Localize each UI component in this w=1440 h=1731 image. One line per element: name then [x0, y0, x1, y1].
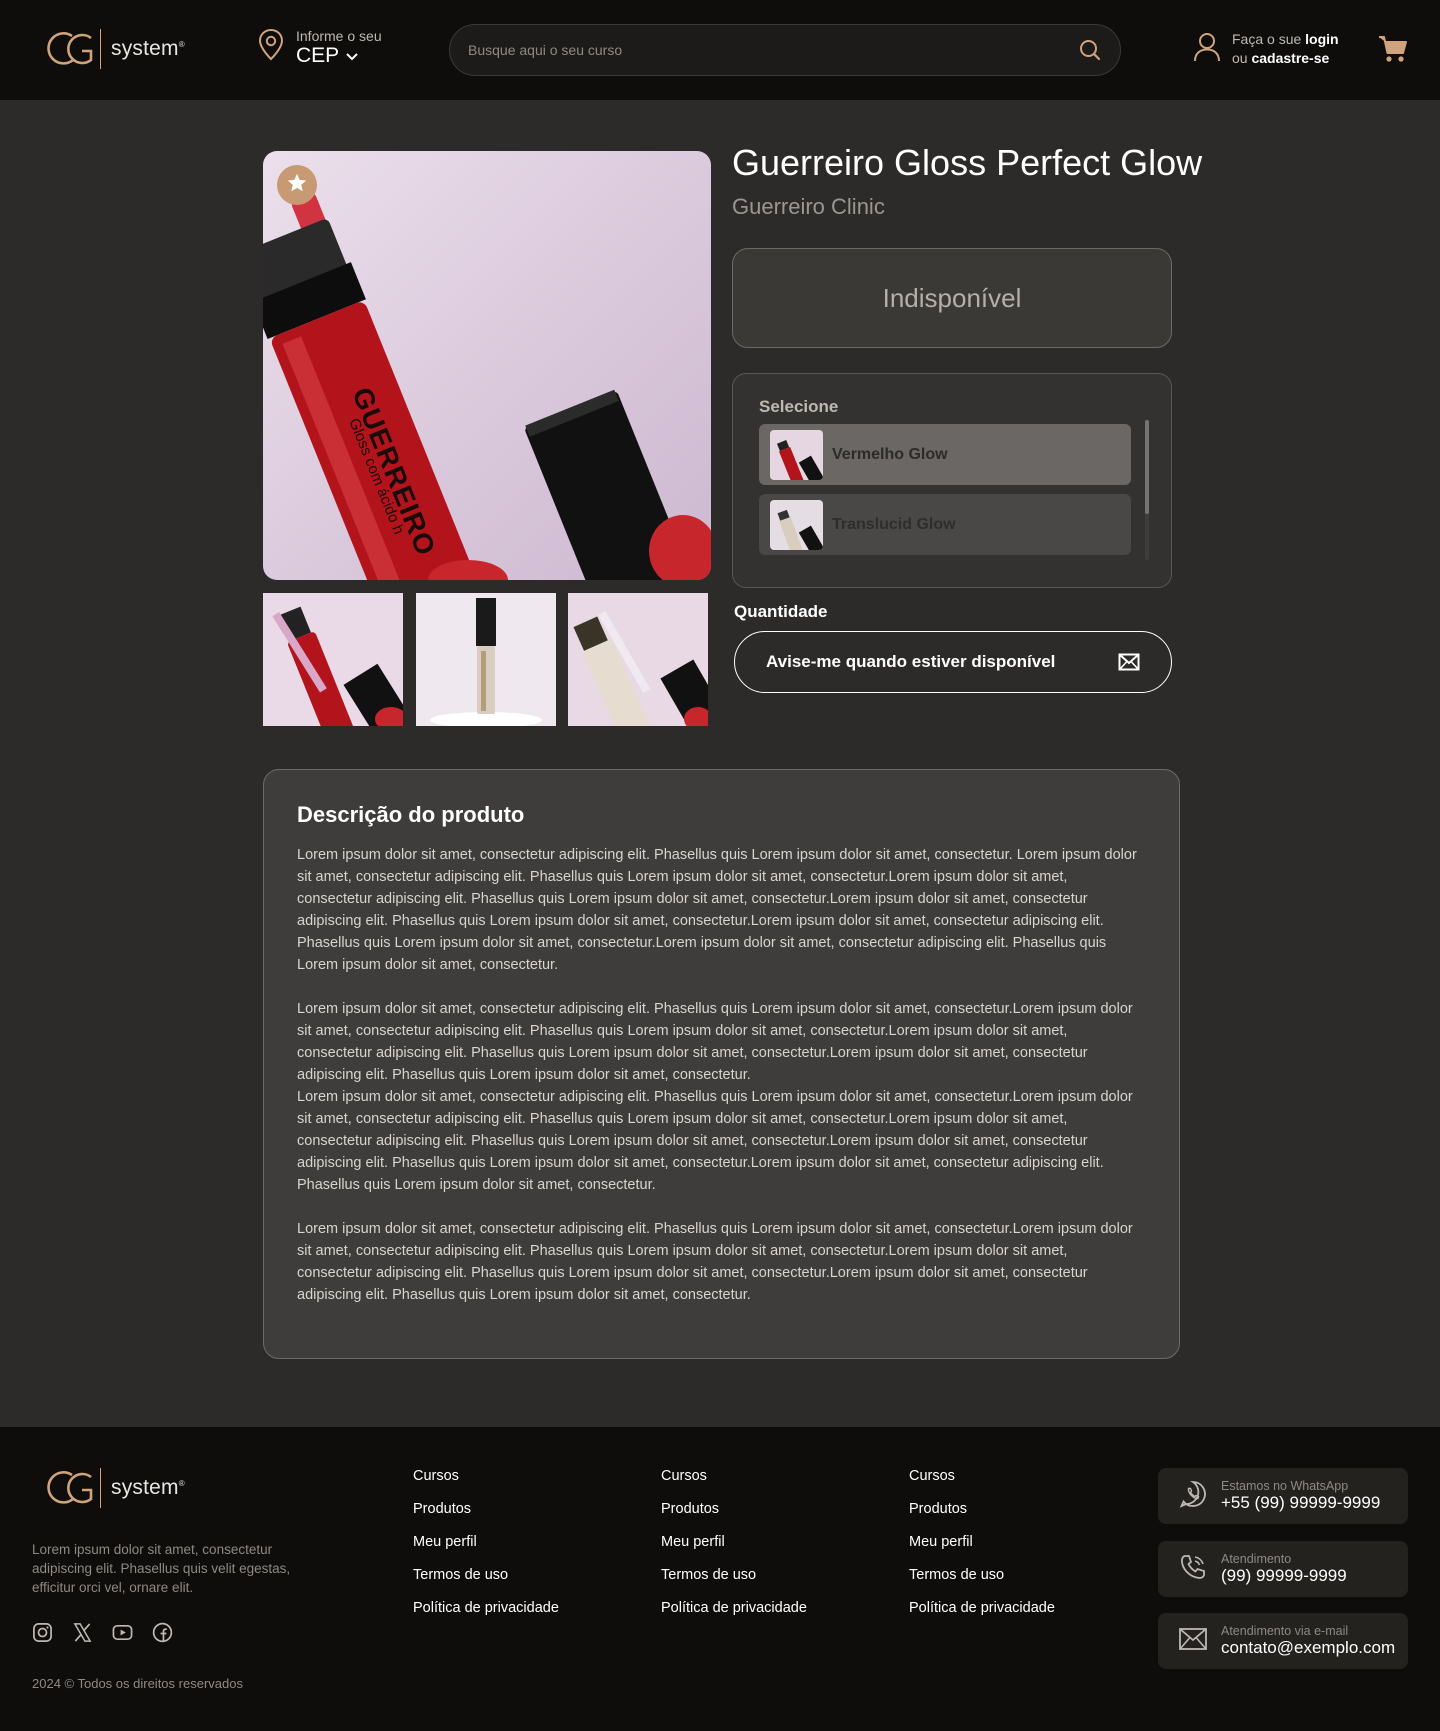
contact-email[interactable]: Atendimento via e-mail contato@exemplo.c… [1158, 1613, 1408, 1669]
footer-link-termos[interactable]: Termos de uso [413, 1565, 559, 1598]
login-prefix: Faça o sue [1232, 31, 1302, 47]
mail-icon [1178, 1627, 1208, 1656]
x-icon[interactable] [72, 1622, 93, 1648]
login-link[interactable]: login [1305, 31, 1338, 47]
contact-caption: Estamos no WhatsApp [1221, 1479, 1349, 1493]
notify-me-label: Avise-me quando estiver disponível [766, 652, 1056, 671]
contact-phone[interactable]: Atendimento (99) 99999-9999 [1158, 1541, 1408, 1597]
youtube-icon[interactable] [112, 1622, 133, 1648]
quantity-label: Quantidade [734, 602, 828, 621]
contact-value: contato@exemplo.com [1221, 1638, 1396, 1657]
social-links [32, 1622, 173, 1648]
product-thumbnail-1[interactable] [263, 593, 403, 726]
footer-link-cursos[interactable]: Cursos [661, 1466, 807, 1499]
footer-link-termos[interactable]: Termos de uso [661, 1565, 807, 1598]
variant-label: Translucid Glow [832, 515, 956, 533]
footer-link-produtos[interactable]: Produtos [413, 1499, 559, 1532]
contact-caption: Atendimento via e-mail [1221, 1624, 1349, 1638]
user-icon [1192, 31, 1222, 68]
footer-link-perfil[interactable]: Meu perfil [661, 1532, 807, 1565]
copyright: 2024 © Todos os direitos reservados [32, 1676, 243, 1691]
description-title: Descrição do produto [297, 802, 525, 827]
contact-value: +55 (99) 99999-9999 [1221, 1493, 1381, 1512]
footer-link-cursos[interactable]: Cursos [909, 1466, 1055, 1499]
star-icon [286, 172, 308, 199]
description-paragraph: Lorem ipsum dolor sit amet, consectetur … [297, 1001, 1133, 1083]
cep-selector[interactable]: Informe o seu CEP [258, 28, 382, 68]
search-icon[interactable] [1078, 38, 1102, 67]
footer-link-privacidade[interactable]: Política de privacidade [909, 1598, 1055, 1631]
footer-logo[interactable]: system® [42, 1468, 185, 1508]
search-input[interactable] [468, 25, 1048, 75]
signup-link[interactable]: cadastre-se [1251, 50, 1329, 66]
footer-links-column-1: Cursos Produtos Meu perfil Termos de uso… [413, 1466, 559, 1631]
logo-mark [42, 1468, 98, 1508]
product-thumbnail-3[interactable] [568, 593, 708, 726]
site-header: system® Informe o seu CEP Faça o sue log… [0, 0, 1440, 100]
logo-mark [42, 29, 98, 69]
description-paragraph: Lorem ipsum dolor sit amet, consectetur … [297, 1221, 1133, 1303]
variant-thumbnail [770, 429, 823, 480]
cart-icon[interactable] [1378, 34, 1408, 69]
footer-about: Lorem ipsum dolor sit amet, consectetur … [32, 1542, 291, 1595]
variant-thumbnail [770, 499, 823, 550]
login-area[interactable]: Faça o sue login ou cadastre-se [1192, 30, 1339, 68]
variant-selector-label: Selecione [759, 397, 839, 416]
variant-selector: Selecione Vermelho Glow Translucid Glow [732, 373, 1172, 588]
product-thumbnail-2[interactable] [416, 593, 556, 726]
contact-whatsapp[interactable]: Estamos no WhatsApp +55 (99) 99999-9999 [1158, 1468, 1408, 1524]
instagram-icon[interactable] [32, 1622, 53, 1648]
contact-value: (99) 99999-9999 [1221, 1566, 1347, 1585]
product-description: Descrição do produto Lorem ipsum dolor s… [263, 769, 1180, 1359]
description-paragraph: Lorem ipsum dolor sit amet, consectetur … [297, 847, 1137, 973]
logo-divider [100, 29, 101, 69]
availability-status: Indisponível [732, 248, 1172, 348]
mail-icon [1118, 653, 1140, 676]
footer-link-produtos[interactable]: Produtos [661, 1499, 807, 1532]
footer-link-privacidade[interactable]: Política de privacidade [661, 1598, 807, 1631]
logo-wordmark: system® [111, 37, 185, 60]
location-pin-icon [258, 28, 284, 67]
footer-link-privacidade[interactable]: Política de privacidade [413, 1598, 559, 1631]
cep-label: CEP [296, 44, 340, 67]
facebook-icon[interactable] [152, 1622, 173, 1648]
footer-link-produtos[interactable]: Produtos [909, 1499, 1055, 1532]
product-main-image[interactable]: GUERREIRO Gloss com ácido h [263, 151, 711, 580]
variant-scrollbar-thumb[interactable] [1145, 420, 1149, 514]
site-footer: system® Lorem ipsum dolor sit amet, cons… [0, 1427, 1440, 1731]
footer-links-column-3: Cursos Produtos Meu perfil Termos de uso… [909, 1466, 1055, 1631]
chevron-down-icon [345, 44, 359, 68]
product-title: Guerreiro Gloss Perfect Glow [732, 142, 1203, 183]
footer-link-perfil[interactable]: Meu perfil [413, 1532, 559, 1565]
description-paragraph: Lorem ipsum dolor sit amet, consectetur … [297, 1089, 1133, 1193]
footer-link-termos[interactable]: Termos de uso [909, 1565, 1055, 1598]
footer-link-perfil[interactable]: Meu perfil [909, 1532, 1055, 1565]
favorite-button[interactable] [277, 165, 317, 205]
variant-scrollbar[interactable] [1145, 420, 1149, 560]
login-or: ou [1232, 50, 1248, 66]
search-bar [449, 24, 1121, 76]
phone-icon [1178, 1552, 1208, 1587]
whatsapp-icon [1178, 1479, 1208, 1514]
logo-wordmark: system® [111, 1476, 185, 1499]
footer-link-cursos[interactable]: Cursos [413, 1466, 559, 1499]
cep-hint: Informe o seu [296, 28, 382, 44]
variant-label: Vermelho Glow [832, 445, 948, 463]
variant-option-vermelho[interactable]: Vermelho Glow [759, 424, 1131, 485]
notify-me-button[interactable]: Avise-me quando estiver disponível [734, 631, 1172, 693]
logo[interactable]: system® [42, 29, 185, 69]
footer-links-column-2: Cursos Produtos Meu perfil Termos de uso… [661, 1466, 807, 1631]
contact-caption: Atendimento [1221, 1552, 1292, 1566]
product-brand: Guerreiro Clinic [732, 194, 885, 219]
logo-divider [100, 1468, 101, 1508]
variant-option-translucid[interactable]: Translucid Glow [759, 494, 1131, 555]
